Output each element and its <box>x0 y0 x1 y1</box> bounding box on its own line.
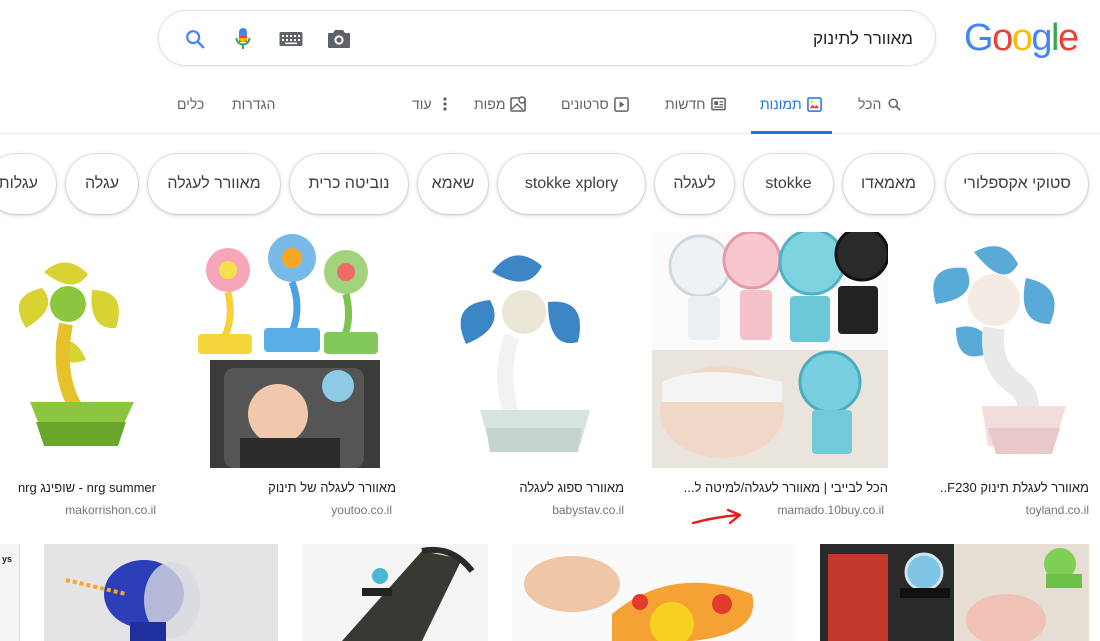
search-icon[interactable] <box>181 25 209 53</box>
result-source: makorrishon.co.il <box>65 503 156 517</box>
partial-text: ys <box>2 554 13 564</box>
chip-related[interactable]: מאוורר לעגלה <box>148 154 280 214</box>
result-source: toyland.co.il <box>1025 503 1089 517</box>
more-vert-icon <box>437 96 453 112</box>
result-source: mamado.10buy.co.il <box>777 503 885 517</box>
image-result[interactable] <box>820 544 1089 641</box>
tab-images[interactable]: תמונות <box>751 96 832 134</box>
camera-icon[interactable] <box>325 25 353 53</box>
result-caption[interactable]: מאוורר ספוג לעגלה <box>420 480 624 495</box>
stroller-baby-image <box>820 544 1089 641</box>
tab-label: תמונות <box>760 96 802 112</box>
keyboard-icon[interactable] <box>277 25 305 53</box>
clip-fan-image <box>933 246 1066 454</box>
map-icon <box>510 96 527 112</box>
tab-all[interactable]: הכל <box>858 96 902 134</box>
stroller-frame-image <box>342 547 475 641</box>
tab-label: כלים <box>177 96 205 112</box>
fan-collage-image <box>652 232 888 468</box>
chip-related[interactable]: נוביטה כרית <box>290 154 408 214</box>
chip-related[interactable]: stokke xplory <box>498 154 645 214</box>
image-result[interactable]: ys <box>0 544 20 641</box>
chip-related[interactable]: שאמא <box>418 154 488 214</box>
chip-related[interactable]: stokke <box>744 154 833 214</box>
tab-news[interactable]: חדשות <box>665 96 727 134</box>
stroller-fans-image <box>184 232 396 468</box>
image-result[interactable] <box>0 232 160 468</box>
chip-related[interactable]: סטוקי אקספלורי <box>946 154 1088 214</box>
search-tabs: הכל תמונות חדשות סרטונים מפות עוד הגדרות… <box>0 82 1100 134</box>
tab-tools[interactable]: כלים <box>177 96 204 134</box>
chip-related[interactable]: לעגלה <box>655 154 734 214</box>
tab-maps[interactable]: מפות <box>474 96 527 134</box>
image-result[interactable] <box>652 232 888 468</box>
tab-videos[interactable]: סרטונים <box>561 96 630 134</box>
search-box <box>158 10 936 66</box>
image-result[interactable] <box>912 232 1089 468</box>
result-caption[interactable]: nrg summer - שופינג nrg <box>0 480 156 495</box>
mic-icon[interactable] <box>229 25 257 53</box>
tab-label: הגדרות <box>232 96 276 112</box>
tab-settings[interactable]: הגדרות <box>232 96 275 134</box>
result-source: babystav.co.il <box>552 503 624 517</box>
chip-related[interactable]: עגלות <box>0 154 56 214</box>
news-icon <box>711 96 727 112</box>
chip-related[interactable]: מאמאדו <box>843 154 934 214</box>
image-result[interactable] <box>420 232 628 468</box>
search-input[interactable] <box>393 26 913 52</box>
image-result[interactable] <box>184 232 396 468</box>
image-result[interactable] <box>302 544 488 641</box>
result-caption[interactable]: הכל לבייבי | מאוורר לעגלה/למיטה ל... <box>652 480 888 495</box>
image-result[interactable] <box>44 544 278 641</box>
image-result[interactable] <box>512 544 796 641</box>
blue-handheld-fan-image <box>65 560 200 641</box>
foam-fan-image <box>460 255 590 452</box>
tab-label: עוד <box>412 96 432 112</box>
tab-label: הכל <box>858 96 882 112</box>
foam-handheld-fan-image <box>524 556 754 641</box>
google-logo[interactable]: Google <box>964 18 1079 58</box>
tab-label: סרטונים <box>561 96 609 112</box>
image-icon <box>807 96 823 112</box>
annotation-arrow <box>691 508 742 525</box>
yellow-fan-image <box>18 262 134 446</box>
tab-more[interactable]: עוד <box>412 96 453 134</box>
search-icon <box>886 96 902 112</box>
tab-label: מפות <box>474 96 506 112</box>
result-caption[interactable]: מאוורר לעגלת תינוק F230.. <box>912 480 1089 495</box>
result-source: youtoo.co.il <box>331 503 392 517</box>
result-caption[interactable]: מאוורר לעגלה של תינוק <box>184 480 396 495</box>
tab-label: חדשות <box>665 96 706 112</box>
chip-related[interactable]: עגלה <box>66 154 138 214</box>
video-icon <box>614 96 630 112</box>
